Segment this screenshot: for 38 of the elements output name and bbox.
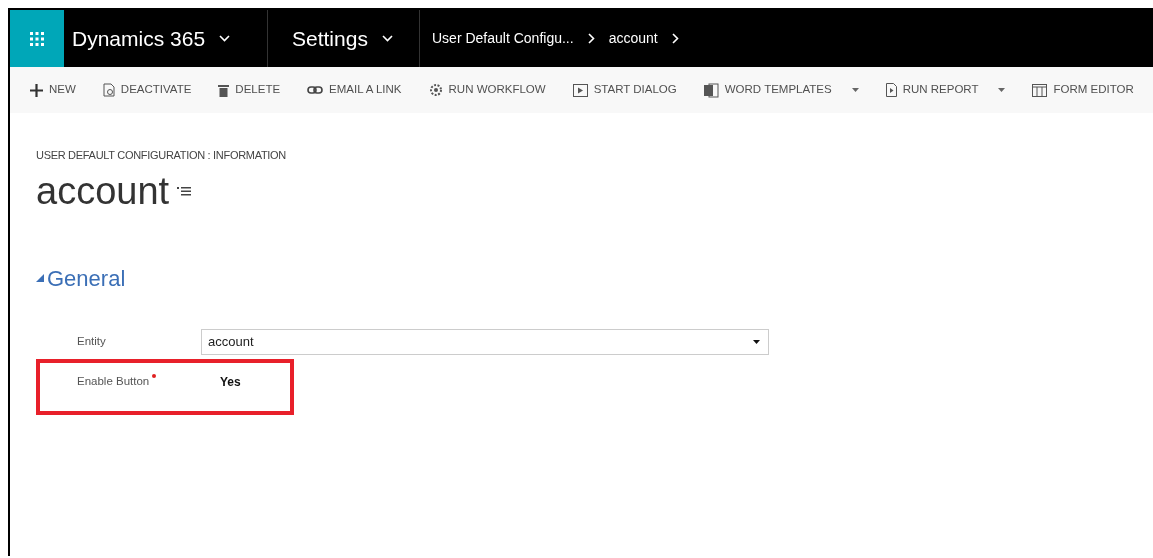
chevron-down-icon — [381, 35, 393, 42]
toolbar-button[interactable]: START DIALOG — [572, 81, 677, 99]
play-window-icon — [572, 83, 588, 97]
chevron-right-icon — [587, 33, 595, 44]
area-name: Settings — [292, 25, 368, 52]
toolbar-button[interactable]: DEACTIVATE — [102, 81, 192, 99]
plus-icon — [30, 83, 43, 97]
form-layout-icon — [1032, 83, 1048, 97]
document-icon — [102, 83, 115, 97]
toolbar-button[interactable]: RUN WORKFLOW — [428, 81, 546, 99]
field-label: Enable Button — [77, 373, 150, 389]
word-document-icon — [703, 82, 719, 98]
app-grid-icon — [30, 31, 44, 46]
toolbar-button[interactable]: EMAIL A LINK — [307, 81, 402, 99]
section-title: General — [47, 264, 126, 293]
chevron-down-icon — [219, 35, 231, 42]
record-title: account — [36, 169, 170, 212]
toolbar-button[interactable]: DELETE — [218, 81, 281, 99]
toolbar-button[interactable]: RUN REPORT — [885, 81, 1006, 99]
caret-icon — [753, 339, 760, 344]
app-name: Dynamics 365 — [72, 25, 206, 52]
select-field[interactable]: account — [201, 328, 769, 355]
trash-icon — [218, 83, 230, 97]
field-value[interactable]: Yes — [201, 372, 241, 391]
chevron-right-icon — [671, 33, 679, 44]
report-icon — [885, 83, 897, 97]
link-icon — [307, 86, 324, 94]
gear-icon — [428, 83, 443, 97]
toolbar-button[interactable]: WORD TEMPLATES — [703, 81, 859, 99]
form-selector-icon[interactable] — [177, 185, 192, 196]
collapse-triangle-icon[interactable] — [36, 274, 44, 282]
breadcrumb-link[interactable]: account — [608, 28, 658, 49]
toolbar-button[interactable]: NEW — [30, 81, 76, 99]
toolbar-button[interactable]: FORM EDITOR — [1032, 81, 1134, 99]
entity-caption: USER DEFAULT CONFIGURATION : INFORMATION — [36, 148, 287, 163]
field-label: Entity — [77, 333, 106, 349]
breadcrumb-link[interactable]: User Default Configu... — [432, 28, 574, 49]
app-launcher-button[interactable] — [10, 10, 64, 67]
